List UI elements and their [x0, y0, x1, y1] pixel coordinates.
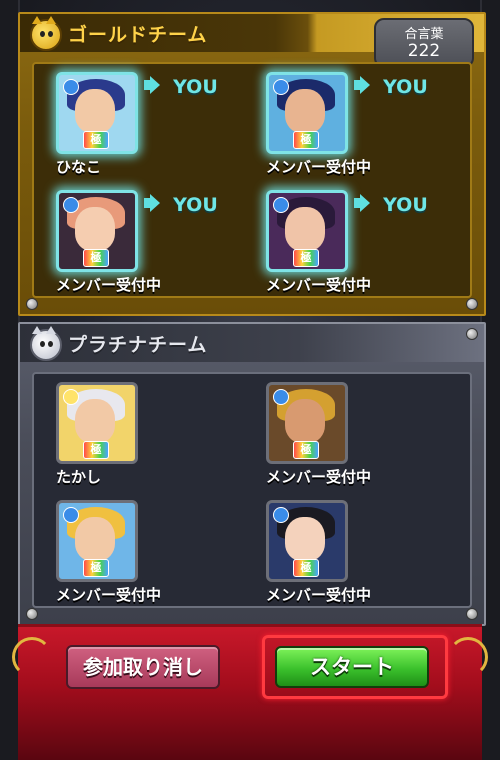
passcode-box: 合言葉 222 [374, 18, 474, 68]
member-portrait: 極 [266, 190, 348, 272]
water-element-icon [273, 197, 289, 213]
gold-member-slot-4[interactable]: 極 YOU メンバー受付中 [266, 190, 476, 304]
you-indicator: YOU [354, 76, 428, 98]
water-element-icon [273, 507, 289, 523]
kiwami-badge: 極 [83, 131, 109, 149]
member-name: メンバー受付中 [266, 276, 372, 294]
water-element-icon [63, 79, 79, 95]
gold-team-panel: ゴールドチーム 合言葉 222 極 YOU ひなこ 極 YOU メンバー受付中 … [18, 12, 486, 316]
platinum-team-panel: プラチナチーム 極 たかし 極 メンバー受付中 極 メンバー受付中 極 メンバー… [18, 322, 486, 626]
you-label: YOU [173, 194, 218, 216]
kiwami-badge: 極 [83, 441, 109, 459]
member-portrait: 極 [266, 382, 348, 464]
platinum-member-slot-1[interactable]: 極 たかし [56, 382, 266, 496]
gold-team-member-area: 極 YOU ひなこ 極 YOU メンバー受付中 極 YOU メンバー受付中 極 … [32, 62, 472, 298]
speaker-icon [354, 80, 362, 90]
water-element-icon [63, 507, 79, 523]
member-portrait: 極 [266, 500, 348, 582]
member-name: メンバー受付中 [56, 276, 162, 294]
you-indicator: YOU [144, 76, 218, 98]
bolt-icon [26, 298, 38, 310]
bolt-icon [26, 608, 38, 620]
member-name: メンバー受付中 [56, 586, 162, 604]
kiwami-badge: 極 [293, 559, 319, 577]
member-portrait: 極 [56, 382, 138, 464]
ornament-left [12, 637, 52, 677]
water-element-icon [63, 197, 79, 213]
game-screen: ゴールドチーム 合言葉 222 極 YOU ひなこ 極 YOU メンバー受付中 … [0, 0, 500, 760]
water-element-icon [273, 389, 289, 405]
bolt-icon [466, 298, 478, 310]
start-button-highlight: スタート [262, 635, 448, 699]
you-label: YOU [383, 194, 428, 216]
member-portrait: 極 [266, 72, 348, 154]
platinum-member-slot-3[interactable]: 極 メンバー受付中 [56, 500, 266, 614]
speaker-icon [144, 80, 152, 90]
speaker-icon [144, 198, 152, 208]
cat-face-white-icon [30, 326, 62, 361]
platinum-team-member-area: 極 たかし 極 メンバー受付中 極 メンバー受付中 極 メンバー受付中 [32, 372, 472, 608]
member-name: ひなこ [56, 158, 102, 176]
water-element-icon [273, 79, 289, 95]
action-bar: 参加取り消し スタート [12, 624, 488, 760]
you-label: YOU [173, 76, 218, 98]
passcode-label: 合言葉 [404, 27, 444, 42]
gold-member-slot-3[interactable]: 極 YOU メンバー受付中 [56, 190, 266, 304]
you-indicator: YOU [354, 194, 428, 216]
passcode-value: 222 [407, 41, 441, 61]
member-portrait: 極 [56, 500, 138, 582]
kiwami-badge: 極 [83, 249, 109, 267]
platinum-member-slot-4[interactable]: 極 メンバー受付中 [266, 500, 476, 614]
member-name: メンバー受付中 [266, 158, 372, 176]
bolt-icon [466, 328, 478, 340]
gold-member-slot-2[interactable]: 極 YOU メンバー受付中 [266, 72, 476, 186]
you-indicator: YOU [144, 194, 218, 216]
gold-team-title: ゴールドチーム [68, 24, 208, 46]
ornament-right [448, 637, 488, 677]
start-button[interactable]: スタート [275, 646, 429, 688]
member-name: たかし [56, 468, 102, 486]
kiwami-badge: 極 [293, 441, 319, 459]
platinum-team-title: プラチナチーム [68, 334, 208, 356]
kiwami-badge: 極 [83, 559, 109, 577]
kiwami-badge: 極 [293, 131, 319, 149]
platinum-team-header: プラチナチーム [20, 324, 484, 362]
member-name: メンバー受付中 [266, 468, 372, 486]
light-element-icon [63, 389, 79, 405]
member-portrait: 極 [56, 190, 138, 272]
gold-member-slot-1[interactable]: 極 YOU ひなこ [56, 72, 266, 186]
cat-face-gold-icon [30, 16, 62, 51]
kiwami-badge: 極 [293, 249, 319, 267]
bolt-icon [466, 608, 478, 620]
speaker-icon [354, 198, 362, 208]
you-label: YOU [383, 76, 428, 98]
member-portrait: 極 [56, 72, 138, 154]
platinum-member-slot-2[interactable]: 極 メンバー受付中 [266, 382, 476, 496]
cancel-participation-button[interactable]: 参加取り消し [66, 645, 220, 689]
member-name: メンバー受付中 [266, 586, 372, 604]
